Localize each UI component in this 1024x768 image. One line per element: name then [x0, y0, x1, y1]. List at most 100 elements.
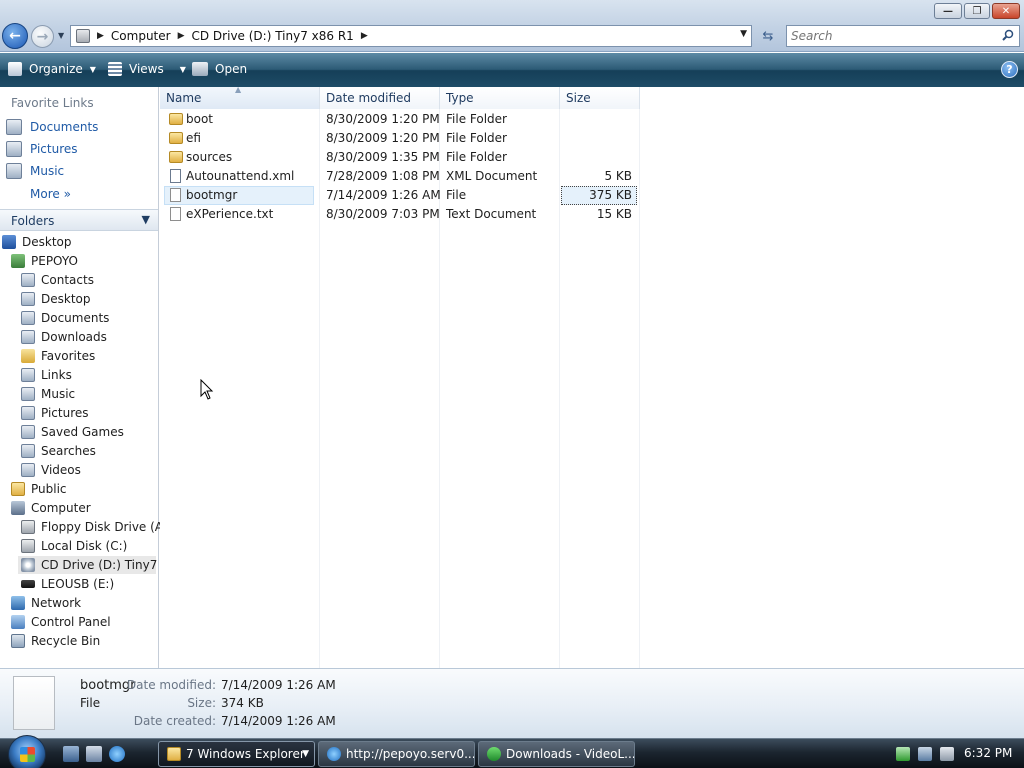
tree-item-control-panel[interactable]: Control Panel: [11, 613, 111, 631]
clock[interactable]: 6:32 PM: [964, 746, 1012, 760]
tree-item-local-disk[interactable]: Local Disk (C:): [21, 537, 127, 555]
close-button[interactable]: ✕: [992, 3, 1020, 19]
address-bar[interactable]: ▶ Computer ▶ CD Drive (D:) Tiny7 x86 R1 …: [70, 25, 752, 47]
breadcrumb-separator-icon[interactable]: ▶: [97, 31, 104, 41]
search-box[interactable]: [786, 25, 1020, 47]
file-list[interactable]: Name ▲ Date modified Type Size boot 8/30/…: [160, 85, 1024, 668]
open-button[interactable]: Open: [192, 62, 247, 76]
navigation-pane: Favorite Links Documents Pictures Music …: [0, 87, 176, 668]
folders-header[interactable]: Folders ▼: [0, 209, 158, 231]
tree-item-music[interactable]: Music: [21, 385, 75, 403]
tree-item-label: Music: [41, 387, 76, 401]
desktop-icon: [2, 235, 16, 249]
tree-item-desktop[interactable]: Desktop: [2, 233, 72, 251]
tree-item-favorites[interactable]: Favorites: [21, 347, 95, 365]
taskbar-internet-explorer[interactable]: http://pepoyo.serv0...: [318, 741, 475, 767]
tree-item-contacts[interactable]: Contacts: [21, 271, 94, 289]
recent-pages-dropdown[interactable]: ▼: [58, 31, 64, 40]
tree-item-label: Documents: [41, 311, 110, 325]
documents-icon: [6, 119, 22, 135]
tree-item-pepoyo[interactable]: PEPOYO: [11, 252, 78, 270]
column-header-label: Type: [446, 91, 474, 105]
start-button[interactable]: [8, 735, 46, 768]
floppy-drive-icon: [21, 520, 35, 534]
breadcrumb-computer[interactable]: Computer: [111, 29, 171, 43]
folders-label: Folders: [11, 214, 55, 228]
tree-item-downloads[interactable]: Downloads: [21, 328, 107, 346]
breadcrumb-separator-icon[interactable]: ▶: [178, 31, 185, 41]
column-header-size[interactable]: Size: [560, 87, 640, 109]
file-row-boot[interactable]: boot 8/30/2009 1:20 PM File Folder: [160, 110, 640, 129]
tree-item-label: Recycle Bin: [31, 634, 101, 648]
tree-item-pictures[interactable]: Pictures: [21, 404, 89, 422]
tree-item-videos[interactable]: Videos: [21, 461, 81, 479]
switch-windows-icon[interactable]: [86, 746, 102, 762]
minimize-button[interactable]: —: [934, 3, 962, 19]
column-header-date-modified[interactable]: Date modified: [320, 87, 440, 109]
internet-explorer-icon: [327, 747, 341, 761]
refresh-button[interactable]: ⇆: [756, 25, 780, 47]
tree-item-computer[interactable]: Computer: [11, 499, 91, 517]
file-row-bootmgr[interactable]: bootmgr 7/14/2009 1:26 AM File 375 KB: [160, 186, 640, 205]
safely-remove-hardware-icon[interactable]: [896, 747, 910, 761]
folder-icon: [21, 330, 35, 344]
favorite-link-documents[interactable]: Documents: [6, 119, 98, 135]
internet-explorer-icon[interactable]: [109, 746, 125, 762]
volume-muted-icon[interactable]: [940, 747, 954, 761]
tree-item-searches[interactable]: Searches: [21, 442, 96, 460]
address-history-dropdown[interactable]: ▼: [740, 29, 747, 39]
xml-document-icon: [170, 169, 181, 186]
file-row-sources[interactable]: sources 8/30/2009 1:35 PM File Folder: [160, 148, 640, 167]
favorite-link-pictures[interactable]: Pictures: [6, 141, 78, 157]
maximize-icon: ❐: [972, 5, 982, 17]
organize-button[interactable]: Organize ▼: [8, 62, 96, 76]
folder-icon: [21, 387, 35, 401]
chevron-down-icon[interactable]: ▼: [142, 213, 150, 226]
recycle-bin-icon: [11, 634, 25, 648]
search-input[interactable]: [791, 26, 991, 46]
file-row-experience[interactable]: eXPerience.txt 8/30/2009 7:03 PM Text Do…: [160, 205, 640, 224]
favorite-link-music[interactable]: Music: [6, 163, 64, 179]
file-name: Autounattend.xml: [186, 169, 295, 183]
taskbar-windows-explorer[interactable]: 7 Windows Explorer ▼: [158, 741, 315, 767]
folder-icon: [169, 132, 183, 147]
details-pane: bootmgr File Date modified: 7/14/2009 1:…: [0, 668, 1024, 738]
tree-item-floppy[interactable]: Floppy Disk Drive (A:): [21, 518, 172, 536]
organize-label: Organize: [29, 62, 83, 76]
show-desktop-icon[interactable]: [63, 746, 79, 762]
column-header-type[interactable]: Type: [440, 87, 560, 109]
favorites-icon: [21, 349, 35, 363]
cd-drive-icon: [76, 29, 90, 43]
folder-icon: [21, 368, 35, 382]
tree-item-links[interactable]: Links: [21, 366, 72, 384]
tree-item-user-desktop[interactable]: Desktop: [21, 290, 91, 308]
taskbar-downloads[interactable]: Downloads - VideoL...: [478, 741, 635, 767]
views-caret-icon[interactable]: ▼: [180, 65, 186, 74]
tree-item-cd-drive[interactable]: CD Drive (D:) Tiny7 x8: [18, 556, 176, 574]
more-favorites-link[interactable]: More »: [30, 187, 71, 201]
views-button[interactable]: Views ▼: [108, 62, 186, 76]
file-date-modified: 7/14/2009 1:26 AM: [326, 188, 441, 202]
tree-item-label: Links: [41, 368, 72, 382]
search-icon[interactable]: [1002, 29, 1014, 41]
tree-item-saved-games[interactable]: Saved Games: [21, 423, 124, 441]
tree-item-network[interactable]: Network: [11, 594, 81, 612]
file-row-autounattend[interactable]: Autounattend.xml 7/28/2009 1:08 PM XML D…: [160, 167, 640, 186]
forward-button[interactable]: →: [31, 25, 54, 48]
maximize-button[interactable]: ❐: [964, 3, 990, 19]
help-button[interactable]: ?: [1001, 61, 1018, 78]
column-header-name[interactable]: Name ▲: [160, 85, 320, 109]
tree-item-leousb[interactable]: LEOUSB (E:): [21, 575, 114, 593]
tree-item-recycle-bin[interactable]: Recycle Bin: [11, 632, 100, 650]
tree-item-documents[interactable]: Documents: [21, 309, 109, 327]
back-button[interactable]: ←: [2, 23, 28, 49]
refresh-icon: ⇆: [762, 28, 774, 44]
network-status-icon[interactable]: [918, 747, 932, 761]
tree-item-public[interactable]: Public: [11, 480, 67, 498]
breadcrumb-cd-drive[interactable]: CD Drive (D:) Tiny7 x86 R1: [192, 29, 354, 43]
tree-item-label: Computer: [31, 501, 91, 515]
folder-icon: [21, 273, 35, 287]
file-size: 375 KB: [589, 188, 632, 202]
breadcrumb-separator-icon[interactable]: ▶: [361, 31, 368, 41]
file-row-efi[interactable]: efi 8/30/2009 1:20 PM File Folder: [160, 129, 640, 148]
